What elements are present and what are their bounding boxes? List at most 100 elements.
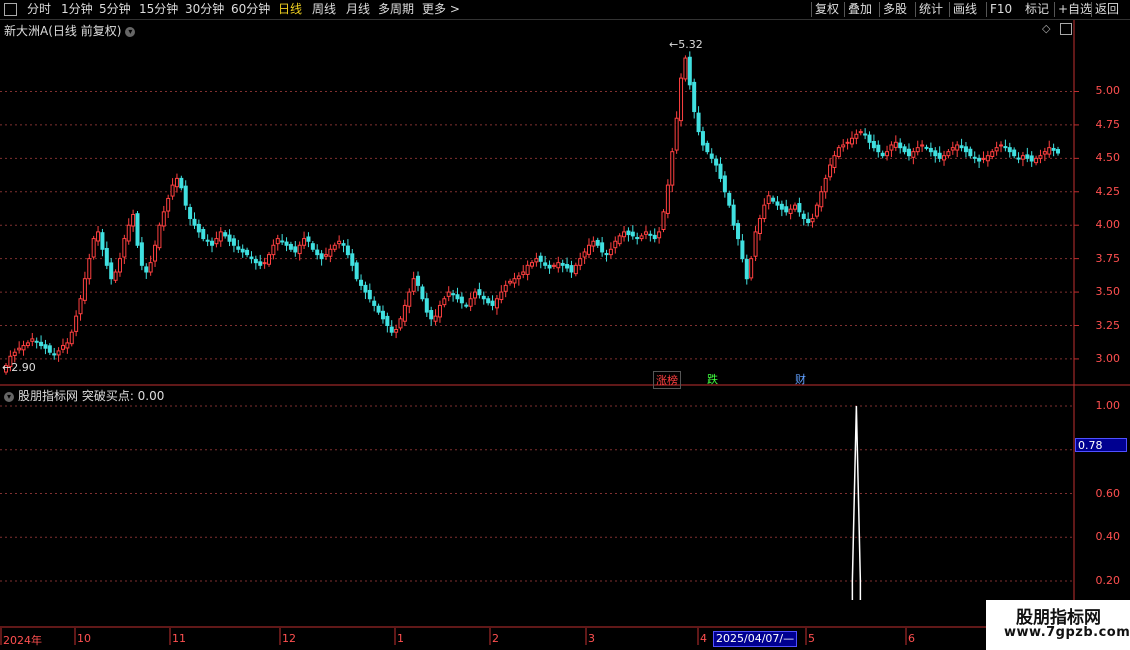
candle-body	[648, 233, 653, 236]
candle-body	[486, 298, 491, 304]
date-tick-label: 5	[808, 632, 815, 645]
candle-body	[613, 240, 618, 249]
candle-body	[687, 56, 692, 86]
candle-body	[942, 155, 947, 161]
candle-body	[543, 262, 548, 266]
candle-body	[179, 177, 184, 189]
candle-body	[240, 248, 245, 253]
candle-body	[87, 258, 92, 280]
candle-body	[245, 249, 250, 256]
candle-body	[534, 258, 539, 263]
candle-body	[630, 231, 635, 237]
candle-body	[65, 342, 70, 349]
candle-body	[96, 231, 101, 242]
tag-text: 涨榜	[656, 374, 678, 387]
candle-body	[117, 258, 122, 273]
candle-body	[731, 204, 736, 226]
candle-body	[819, 191, 824, 208]
tag-finance[interactable]: 财	[793, 371, 808, 387]
candle-body	[332, 244, 337, 250]
candle-body	[814, 204, 819, 217]
candle-body	[652, 234, 657, 240]
candle-body	[626, 230, 631, 236]
candle-body	[249, 256, 254, 260]
candle-body	[372, 300, 377, 306]
candle-body	[271, 244, 276, 256]
diamond-icon[interactable]: ◇	[1042, 22, 1050, 35]
candle-body	[205, 239, 210, 242]
candle-body	[157, 224, 162, 249]
candle-body	[582, 251, 587, 258]
candle-body	[82, 278, 87, 301]
price-tick-label: 5.00	[1095, 84, 1121, 98]
candle-body	[56, 350, 61, 356]
candle-body	[762, 204, 767, 220]
candle-body	[359, 279, 364, 286]
candle-body	[455, 294, 460, 300]
candle-body	[622, 231, 627, 238]
candle-body	[569, 265, 574, 273]
candle-body	[709, 153, 714, 159]
candle-body	[122, 238, 127, 258]
candle-body	[429, 310, 434, 320]
candle-body	[516, 275, 521, 280]
candle-body	[394, 329, 399, 333]
candle-body	[380, 310, 385, 320]
candle-body	[188, 207, 193, 220]
candle-body	[999, 144, 1004, 147]
tag-text: 跌	[707, 373, 718, 386]
candle-body	[354, 262, 359, 280]
candle-body	[977, 157, 982, 162]
candle-body	[722, 175, 727, 193]
candle-body	[740, 240, 745, 260]
candle-body	[131, 214, 136, 227]
candle-body	[78, 298, 83, 315]
chevron-down-icon[interactable]: ▾	[125, 26, 136, 37]
candle-body	[871, 141, 876, 149]
candle-body	[337, 240, 342, 245]
candle-body	[898, 142, 903, 149]
chart-canvas[interactable]	[0, 0, 1130, 650]
candle-body	[416, 275, 421, 286]
candle-body	[21, 345, 26, 351]
candle-body	[473, 291, 478, 299]
candle-body	[319, 253, 324, 260]
candle-body	[600, 242, 605, 253]
candle-body	[744, 258, 749, 280]
date-tick-label: 6	[908, 632, 915, 645]
candle-body	[955, 144, 960, 151]
candle-body	[608, 248, 613, 256]
candle-body	[727, 192, 732, 206]
candle-body	[113, 271, 118, 281]
date-tick-label: 11	[172, 632, 186, 645]
candle-body	[1029, 155, 1034, 162]
candle-body	[385, 315, 390, 327]
candle-body	[153, 244, 158, 262]
candle-body	[832, 155, 837, 168]
low-marker-icon: ←	[2, 361, 12, 374]
indicator-tick-label: 1.00	[1095, 399, 1121, 412]
layout-toggle-icon[interactable]	[1060, 23, 1072, 35]
candle-body	[757, 218, 762, 234]
candle-body	[481, 295, 486, 300]
candle-body	[538, 255, 543, 262]
candle-body	[126, 224, 131, 242]
date-tick-label: 2024年	[3, 634, 42, 647]
candle-body	[1047, 147, 1052, 155]
candle-body	[109, 262, 114, 280]
candle-body	[183, 185, 188, 206]
candle-body	[74, 315, 79, 332]
candle-body	[1051, 147, 1056, 151]
candle-body	[766, 195, 771, 205]
date-tick-label: 1	[397, 632, 404, 645]
candle-body	[823, 177, 828, 193]
tag-rise-rank[interactable]: 涨榜	[653, 371, 681, 389]
candle-body	[451, 293, 456, 296]
indicator-tick-label: 0.40	[1095, 530, 1121, 544]
candle-body	[1025, 154, 1030, 159]
tag-fall[interactable]: 跌	[705, 371, 720, 387]
candle-body	[60, 345, 65, 350]
candle-body	[1034, 157, 1039, 164]
candle-body	[253, 258, 258, 264]
chevron-down-icon[interactable]: ▾	[4, 391, 14, 402]
